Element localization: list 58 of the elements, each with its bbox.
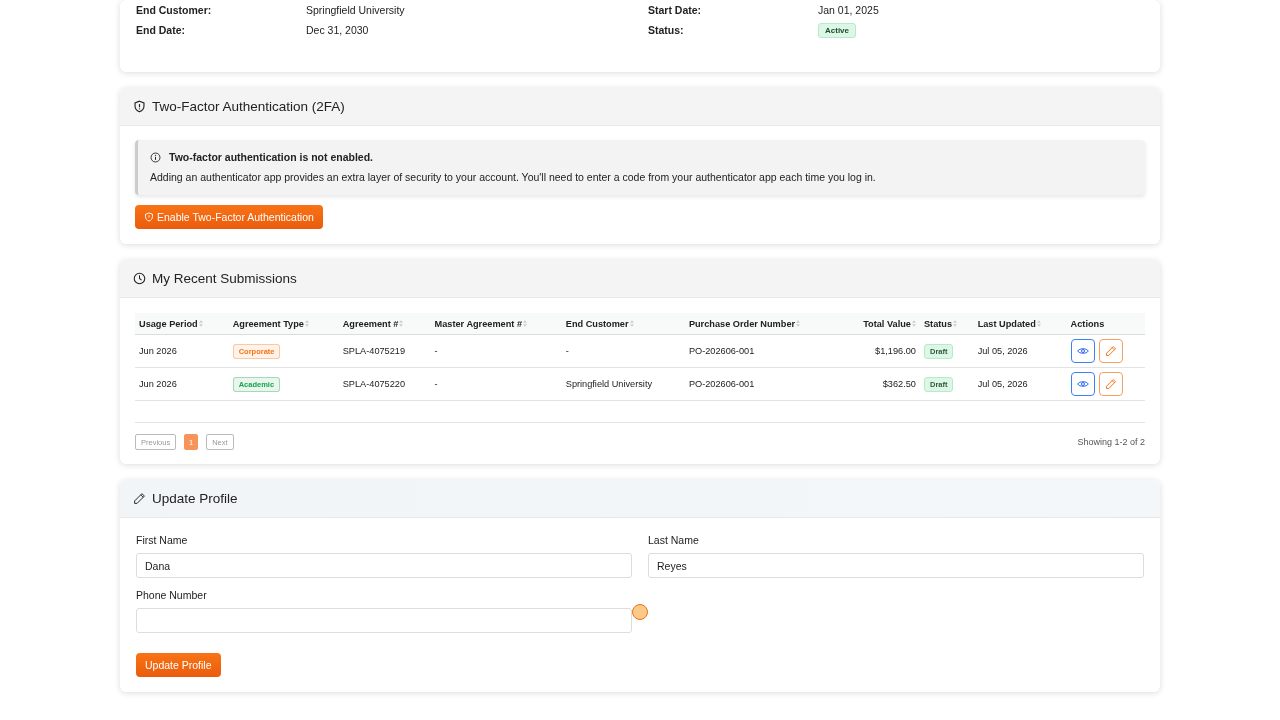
table-cell: PO-202606-001 — [688, 346, 755, 356]
field-value: Jan 01, 2025 — [818, 4, 879, 16]
cursor-marker — [632, 604, 648, 620]
card-title: Two-Factor Authentication (2FA) — [152, 99, 345, 114]
sort-icon — [796, 320, 801, 327]
input-field[interactable] — [136, 608, 632, 633]
card-title: Update Profile — [152, 491, 238, 506]
sort-icon — [953, 320, 958, 327]
sort-icon — [629, 320, 634, 327]
edit-button[interactable] — [1098, 372, 1123, 396]
pencil-icon — [1104, 345, 1117, 357]
alert-text: Adding an authenticator app provides an extra layer of security to your account. You'll need to enter a code from your authenticator app each time you log in. — [150, 171, 877, 183]
pencil-icon — [133, 492, 146, 505]
pencil-icon — [1104, 378, 1117, 390]
field-label: Start Date: — [648, 4, 703, 16]
clock-icon — [133, 272, 146, 285]
table-cell: - — [565, 346, 569, 356]
field-label: Last Name — [648, 534, 700, 546]
view-button[interactable] — [1070, 339, 1095, 363]
edit-button[interactable] — [1098, 339, 1123, 363]
table-cell: Jul 05, 2026 — [977, 346, 1028, 356]
table-cell: Springfield University — [565, 379, 653, 389]
table-cell: Jun 2026 — [139, 379, 177, 389]
card-title: My Recent Submissions — [152, 271, 297, 286]
sort-icon — [304, 320, 309, 327]
sort-icon — [399, 320, 404, 327]
alert-title: Two-factor authentication is not enabled. — [169, 151, 373, 163]
sort-icon — [523, 320, 528, 327]
field-label: Status: — [648, 24, 685, 36]
shield-icon — [133, 100, 146, 113]
table-cell: $1,196.00 — [875, 346, 916, 356]
table-cell: $362.50 — [882, 379, 916, 389]
input-field[interactable]: Dana — [136, 553, 632, 578]
table-cell: - — [434, 346, 438, 356]
table-cell: Jul 05, 2026 — [977, 379, 1028, 389]
eye-icon — [1076, 345, 1089, 357]
shield-icon — [144, 212, 154, 222]
field-value: Springfield University — [306, 4, 406, 16]
sort-icon — [911, 320, 916, 327]
status-badge: Active — [818, 22, 856, 38]
table-cell: - — [434, 379, 438, 389]
field-label: End Customer: — [136, 4, 213, 16]
sort-icon — [198, 320, 203, 327]
input-field[interactable]: Reyes — [648, 553, 1144, 578]
table-cell: PO-202606-001 — [688, 379, 755, 389]
table-cell: Jun 2026 — [139, 346, 177, 356]
field-label: Phone Number — [136, 589, 208, 601]
table-cell: SPLA-4075220 — [342, 379, 406, 389]
results-summary: Showing 1-2 of 2 — [1077, 437, 1145, 447]
field-value: Dec 31, 2030 — [306, 24, 370, 36]
sort-icon — [1036, 320, 1041, 327]
field-label: First Name — [136, 534, 189, 546]
eye-icon — [1076, 378, 1089, 390]
table-cell: SPLA-4075219 — [342, 346, 406, 356]
info-icon — [150, 151, 161, 163]
view-button[interactable] — [1070, 372, 1095, 396]
column-header: Actions — [1070, 318, 1105, 329]
field-label: End Date: — [136, 24, 186, 36]
